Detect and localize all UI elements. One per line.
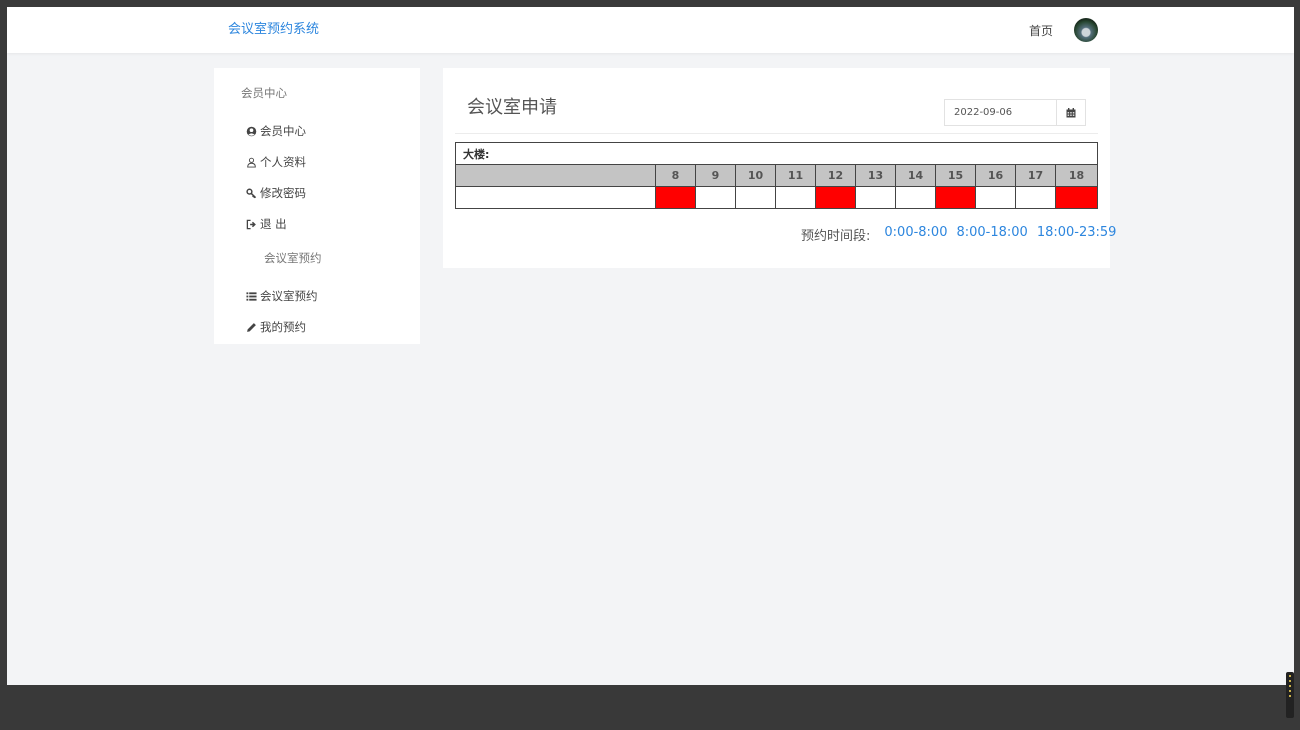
hour-header-8: 8: [655, 164, 696, 187]
user-circle-icon: [244, 124, 258, 138]
sidebar-item-label: 会员中心: [260, 124, 306, 138]
sidebar-item-my-bookings[interactable]: 我的预约: [244, 317, 306, 337]
time-slot-12[interactable]: [815, 186, 856, 209]
sidebar-item-label: 个人资料: [260, 155, 306, 169]
sidebar-section-member: 会员中心: [241, 86, 287, 100]
calendar-button[interactable]: [1056, 100, 1085, 125]
hour-header-16: 16: [975, 164, 1016, 187]
period-link-night[interactable]: 0:00-8:00: [884, 225, 947, 244]
sidebar-item-label: 我的预约: [260, 320, 306, 334]
sidebar-item-member-center[interactable]: 会员中心: [244, 121, 306, 141]
key-icon: [244, 186, 258, 200]
scroll-handle[interactable]: [1286, 672, 1294, 718]
hour-header-18: 18: [1054, 164, 1099, 187]
nav-home-link[interactable]: 首页: [1029, 22, 1053, 39]
hour-header-9: 9: [695, 164, 736, 187]
time-slot-8[interactable]: [655, 186, 696, 209]
hour-header-17: 17: [1015, 164, 1056, 187]
hour-header-15: 15: [935, 164, 976, 187]
date-picker: [944, 99, 1086, 126]
time-slot-11[interactable]: [775, 186, 816, 209]
period-link-day[interactable]: 8:00-18:00: [956, 225, 1027, 244]
hour-header-row: 8 9 10 11 12 13 14 15 16 17 18: [455, 164, 1099, 187]
time-slot-18[interactable]: [1054, 186, 1099, 209]
building-label: 大楼:: [454, 142, 1099, 165]
browser-viewport: 会议室预约系统 首页 会员中心 会员中心 个人资料 修改密码 退 出 会议室预约…: [7, 7, 1294, 685]
hour-header-12: 12: [815, 164, 856, 187]
hour-header-14: 14: [895, 164, 936, 187]
sidebar-item-label: 退 出: [260, 217, 287, 231]
date-input[interactable]: [945, 100, 1056, 125]
hour-header-13: 13: [855, 164, 896, 187]
time-slot-17[interactable]: [1015, 186, 1056, 209]
hour-header-10: 10: [735, 164, 776, 187]
user-icon: [244, 155, 258, 169]
sidebar-item-change-password[interactable]: 修改密码: [244, 183, 306, 203]
time-periods: 预约时间段: 0:00-8:00 8:00-18:00 18:00-23:59: [801, 225, 1125, 244]
hour-header-11: 11: [775, 164, 816, 187]
title-divider: [455, 133, 1098, 134]
calendar-icon: [1066, 103, 1076, 122]
period-link-evening[interactable]: 18:00-23:59: [1037, 225, 1117, 244]
time-slot-16[interactable]: [975, 186, 1016, 209]
sidebar-section-booking: 会议室预约: [264, 251, 322, 265]
brand-link[interactable]: 会议室预约系统: [228, 18, 319, 37]
avatar[interactable]: [1074, 18, 1098, 42]
room-column-header: [455, 164, 656, 187]
time-slot-14[interactable]: [895, 186, 936, 209]
time-slot-10[interactable]: [735, 186, 776, 209]
time-slot-9[interactable]: [695, 186, 736, 209]
page-title: 会议室申请: [467, 97, 557, 118]
sidebar: 会员中心 会员中心 个人资料 修改密码 退 出 会议室预约 会议室预约 我的预约: [214, 68, 420, 344]
sign-out-icon: [244, 217, 258, 231]
list-icon: [244, 289, 258, 303]
room-name-cell: [455, 186, 656, 209]
sidebar-item-room-booking[interactable]: 会议室预约: [244, 286, 318, 306]
taskbar: [0, 685, 1300, 730]
pencil-icon: [244, 320, 258, 334]
sidebar-item-profile[interactable]: 个人资料: [244, 152, 306, 172]
sidebar-item-label: 修改密码: [260, 186, 306, 200]
booking-panel: 会议室申请 大楼: 891011121314151: [443, 68, 1116, 268]
sidebar-item-logout[interactable]: 退 出: [244, 214, 287, 234]
top-navbar: 会议室预约系统 首页: [7, 7, 1294, 53]
time-slot-15[interactable]: [935, 186, 976, 209]
table-row: [455, 186, 1099, 209]
schedule-table: 大楼: 8 9 10 11 12 13 14 15 16 17 18: [454, 142, 1099, 209]
time-slot-13[interactable]: [855, 186, 896, 209]
periods-label: 预约时间段:: [801, 229, 871, 244]
sidebar-item-label: 会议室预约: [260, 289, 318, 303]
